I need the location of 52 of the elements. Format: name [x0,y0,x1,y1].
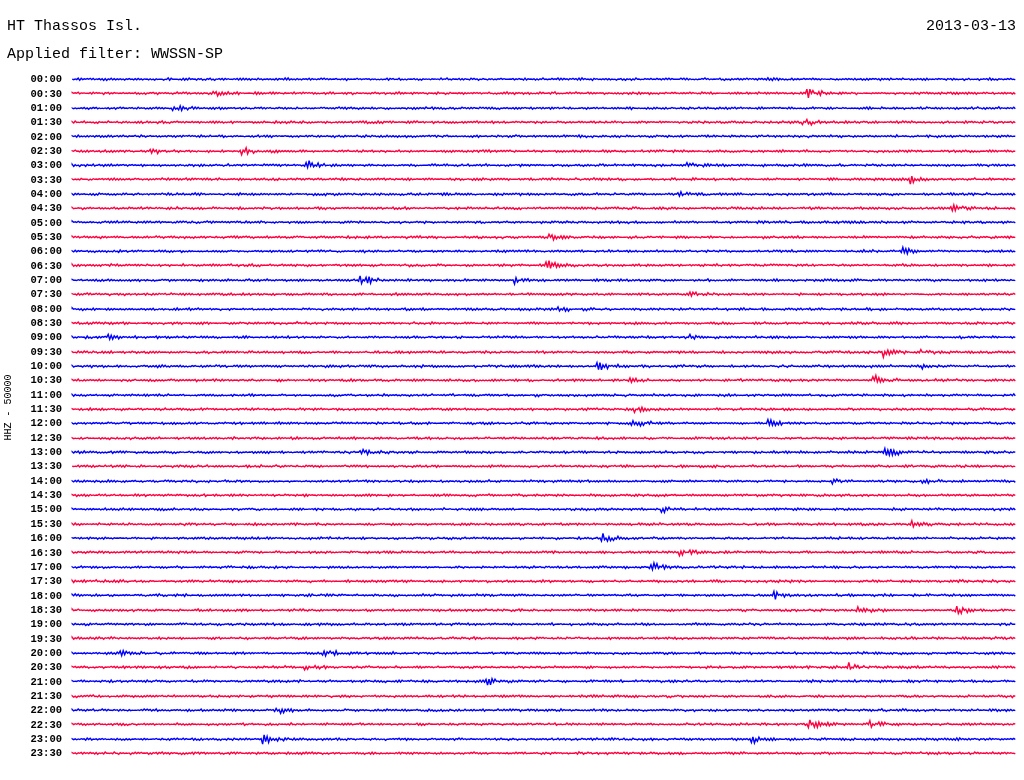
time-label: 07:30 [29,288,63,301]
time-label: 11:00 [29,388,63,401]
time-label: 17:00 [29,560,63,573]
time-label: 04:30 [29,202,63,215]
time-label: 22:00 [29,704,63,717]
date-label: 2013-03-13 [926,18,1016,37]
time-label: 01:30 [29,116,63,129]
filter-label: Applied filter: WWSSN-SP [6,45,225,65]
time-label: 18:30 [29,603,63,616]
time-label: 15:30 [29,517,63,530]
time-label: 05:00 [29,216,63,229]
time-label: 13:30 [29,460,63,473]
time-label: 17:30 [29,575,63,588]
time-label: 02:00 [29,130,63,143]
time-label: 10:00 [29,360,63,373]
time-label: 00:00 [29,73,63,86]
time-label: 14:00 [29,474,63,487]
time-label: 06:30 [29,259,63,272]
time-label: 09:30 [29,345,63,358]
time-label: 08:00 [29,302,63,315]
time-label: 23:30 [29,747,63,760]
time-label: 09:00 [29,331,63,344]
time-label: 16:00 [29,532,63,545]
time-label: 14:30 [29,489,63,502]
time-label: 05:30 [29,230,63,243]
time-label: 15:00 [29,503,63,516]
time-label: 19:00 [29,618,63,631]
time-label: 16:30 [29,546,63,559]
time-label: 07:00 [29,274,63,286]
time-label: 08:30 [29,317,63,329]
time-label: 12:00 [29,417,63,430]
time-label: 02:30 [29,144,63,157]
time-label: 04:00 [29,187,63,200]
time-label: 01:00 [29,101,63,114]
time-label: 13:00 [29,446,63,459]
time-label: 21:00 [29,675,63,688]
time-label: 06:00 [29,245,63,258]
station-title: HT Thassos Isl. [7,18,143,37]
time-label: 00:30 [29,87,63,100]
time-label: 18:00 [29,589,63,602]
time-label: 03:30 [29,173,63,186]
time-label: 03:00 [29,159,63,172]
time-label: 12:30 [29,431,63,444]
time-label: 19:30 [29,632,63,645]
time-label: 21:30 [29,689,63,702]
time-label: 11:30 [29,403,63,416]
time-label: 22:30 [29,718,63,731]
time-label: 20:30 [29,661,63,674]
time-label: 10:30 [29,374,63,387]
time-label: 20:00 [29,646,63,659]
time-label: 23:00 [29,733,63,745]
axis-label: HHZ - 50000 [2,373,14,443]
